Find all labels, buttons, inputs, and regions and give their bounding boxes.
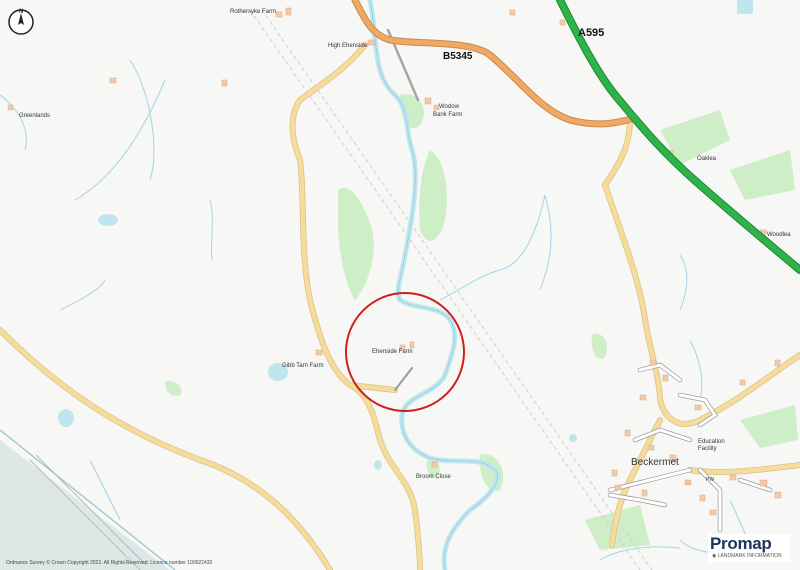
place-label-wodow: Wodow: [439, 104, 460, 110]
place-label-greenlands: Greenlands: [19, 113, 50, 119]
place-label-gibb-tarn-farm: Gibb Tarn Farm: [282, 363, 324, 369]
place-label-pw: PW: [706, 477, 714, 483]
place-label-rothersyke-farm: Rothersyke Farm: [230, 9, 276, 15]
promap-logo: Promap ◉ LANDMARK INFORMATION: [708, 534, 790, 562]
woodland: [165, 94, 798, 550]
river: [367, 0, 500, 570]
buildings: [7, 7, 782, 516]
coastal-strip: [0, 440, 170, 570]
b-road-label: B5345: [443, 51, 473, 62]
map-layer: A595 B5345 Rothersyke Farm High Ehenside…: [0, 0, 800, 570]
place-label-oaklea: Oaklea: [697, 156, 717, 162]
a-road-label: A595: [578, 27, 604, 39]
map-canvas[interactable]: A595 B5345 Rothersyke Farm High Ehenside…: [0, 0, 800, 570]
logo-brand: Promap: [710, 534, 772, 553]
place-label-woodlea: Woodlea: [767, 232, 791, 238]
logo-subtitle: ◉ LANDMARK INFORMATION: [712, 553, 782, 559]
compass-letter: N: [19, 9, 23, 15]
north-arrow-icon: N: [6, 6, 36, 36]
place-label-broom-close: Broom Close: [416, 474, 451, 480]
place-label-education: Education: [698, 439, 725, 445]
place-label-ehenside-farm: Ehenside Farm: [372, 349, 413, 355]
place-label-high-ehenside: High Ehenside: [328, 43, 368, 49]
place-label-bank-farm: Bank Farm: [433, 112, 462, 118]
place-label-facility: Facility: [698, 446, 717, 452]
place-label-beckermet: Beckermet: [631, 457, 679, 468]
copyright-notice: Ordnance Survey © Crown Copyright 2022. …: [6, 560, 213, 566]
